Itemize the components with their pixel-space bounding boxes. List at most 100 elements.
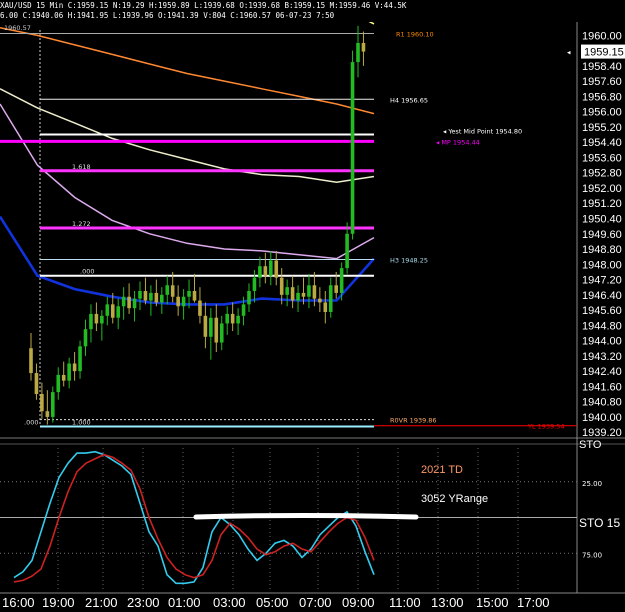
annotation-td: 2021 TD — [421, 464, 463, 476]
candle-body — [170, 285, 175, 297]
price-tick-label: 1939.20 — [582, 427, 622, 439]
stoch-title: STO 15 — [579, 516, 620, 530]
candle-body — [301, 292, 306, 297]
price-tick-label: 1944.00 — [582, 336, 622, 348]
price-tick-label: 1945.60 — [582, 305, 622, 317]
level-label: H4 1956.65 — [390, 96, 428, 104]
candle-body — [61, 374, 66, 381]
current-price-marker: ◂ — [567, 50, 571, 57]
candle-body — [192, 291, 197, 301]
candle-body — [121, 296, 126, 307]
candle-body — [40, 394, 44, 412]
candle-body — [263, 266, 268, 276]
candle-body — [230, 313, 235, 324]
time-tick-label: 03:00 — [213, 595, 246, 610]
price-tick-label: 1957.60 — [582, 76, 622, 88]
candle-body — [328, 285, 333, 312]
time-tick-label: 13:00 — [431, 595, 464, 610]
candle-body — [110, 304, 115, 318]
time-tick-label: 05:00 — [256, 595, 289, 610]
price-tick-label: 1958.40 — [582, 61, 622, 73]
candle-body — [154, 292, 159, 303]
header-line-1: XAU/USD 15 Min C:1959.15 N:19.29 H:1959.… — [0, 1, 407, 10]
stoch-tick-label: 25.00 — [582, 480, 602, 488]
candle-body — [127, 296, 131, 309]
price-tick-label: 1955.20 — [582, 122, 622, 134]
annotation-yrange: 3052 YRange — [421, 493, 488, 505]
level-label: R0VR 1939.86 — [390, 417, 437, 425]
price-tick-label: 1960.00 — [582, 30, 622, 42]
candle-body — [45, 411, 50, 417]
price-tick-label: 1942.40 — [582, 366, 622, 378]
candle-body — [165, 285, 170, 295]
chart-canvas: R1 1960.10 H4 1956.65 ◂ Yest Mid Point 195… — [0, 0, 625, 612]
fib-label: .000 — [24, 418, 38, 426]
time-tick-label: 19:00 — [42, 595, 75, 610]
candle-body — [241, 304, 246, 316]
candle-body — [67, 363, 71, 381]
candle-body — [258, 266, 262, 278]
candle-body — [356, 42, 360, 63]
candle-body — [361, 42, 366, 52]
candle-body — [312, 285, 317, 299]
fib-label: .000 — [80, 268, 94, 276]
header-line-2: 6.00 C:1940.06 H:1941.95 L:1939.96 O:194… — [0, 11, 335, 20]
level-label: ◂ Yest Mid Point 1954.80 — [443, 128, 522, 136]
candle-body — [290, 287, 295, 301]
candle-body — [350, 62, 355, 234]
stoch-top-label: STO — [579, 439, 602, 451]
candle-body — [285, 287, 289, 295]
candle-body — [247, 291, 251, 305]
candle-body — [187, 291, 191, 297]
price-tick-label: 1952.00 — [582, 183, 622, 195]
candle-body — [116, 306, 120, 318]
price-tick-label: 1948.80 — [582, 244, 622, 256]
time-tick-label: 15:00 — [476, 595, 509, 610]
time-tick-label: 01:00 — [168, 595, 201, 610]
level-label: YL 1939.54 — [527, 423, 565, 431]
price-tick-label: 1946.40 — [582, 290, 622, 302]
price-tick-label: 1953.60 — [582, 152, 622, 164]
level-label: H3 1948.25 — [390, 257, 428, 265]
candle-body — [34, 373, 39, 395]
price-tick-label: 1956.80 — [582, 91, 622, 103]
price-tick-label: 1951.20 — [582, 198, 622, 210]
time-tick-label: 09:00 — [342, 595, 375, 610]
candle-body — [296, 292, 300, 301]
candle-body — [100, 315, 104, 324]
time-tick-label: 21:00 — [85, 595, 118, 610]
fib-label: 1.272 — [72, 220, 91, 228]
candle-body — [94, 313, 99, 324]
chart-header: XAU/USD 15 Min C:1959.15 N:19.29 H:1959.… — [0, 0, 625, 22]
time-tick-label: 11:00 — [389, 595, 421, 610]
candle-body — [339, 268, 344, 293]
time-tick-label: 17:00 — [517, 595, 550, 610]
level-label: R1 1960.10 — [396, 30, 434, 38]
candle-body — [219, 323, 224, 343]
candle-body — [72, 363, 77, 372]
candle-body — [225, 313, 229, 324]
price-tick-label: 1940.00 — [582, 412, 622, 424]
candle-body — [209, 317, 213, 337]
candle-body — [318, 298, 322, 303]
price-tick-label: 1940.80 — [582, 397, 622, 409]
time-tick-label: 23:00 — [127, 595, 160, 610]
price-tick-label: 1954.40 — [582, 137, 622, 149]
price-tick-label: 1948.00 — [582, 259, 622, 271]
candle-body — [269, 260, 273, 276]
candle-body — [56, 374, 61, 393]
candle-body — [252, 277, 257, 292]
price-tick-label: 1950.40 — [582, 214, 622, 226]
candle-body — [323, 302, 328, 312]
candle-body — [214, 317, 219, 343]
price-tick-label: 1941.60 — [582, 381, 622, 393]
candle-body — [143, 291, 148, 301]
price-tick-label: 1943.20 — [582, 351, 622, 363]
time-tick-label: 07:00 — [299, 595, 332, 610]
candle-body — [138, 291, 142, 299]
candle-body — [132, 298, 137, 309]
candle-body — [176, 296, 180, 307]
stoch-tick-label: 75.00 — [582, 551, 602, 559]
fib-label: 1.618 — [72, 163, 91, 171]
price-tick-label: 1944.80 — [582, 320, 622, 332]
